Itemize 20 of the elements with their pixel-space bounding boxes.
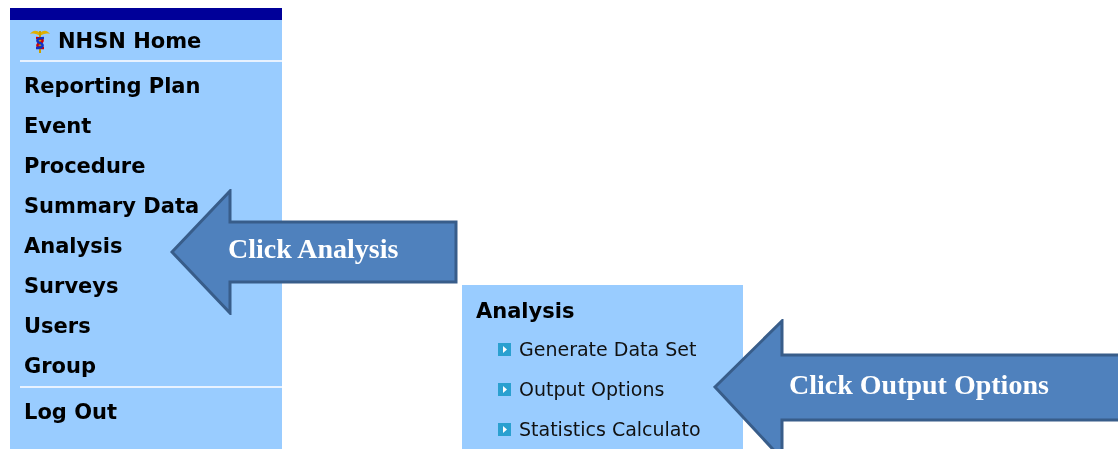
submenu-link[interactable]: Output Options (498, 369, 665, 409)
menu-item[interactable]: Group (20, 346, 96, 386)
submenu-link[interactable]: Generate Data Set (498, 329, 697, 369)
menu-item[interactable]: Analysis (20, 226, 123, 266)
play-icon (498, 382, 511, 396)
menu-item[interactable]: Reporting Plan (20, 66, 201, 106)
menu-item[interactable]: Event (20, 106, 92, 146)
callout-label: Click Analysis (228, 233, 399, 265)
menu-item[interactable]: Summary Data (20, 186, 200, 226)
menu-item[interactable]: Surveys (20, 266, 119, 306)
submenu-title: Analysis (476, 299, 575, 323)
home-link[interactable]: NHSN Home (20, 20, 282, 62)
logout-link[interactable]: Log Out (20, 388, 282, 432)
play-icon (498, 342, 511, 356)
play-icon (498, 422, 511, 436)
submenu-link[interactable]: Statistics Calculato (498, 409, 701, 449)
caduceus-icon (30, 29, 50, 53)
callout-label: Click Output Options (789, 369, 1049, 401)
menu-item[interactable]: Procedure (20, 146, 146, 186)
menu-item[interactable]: Users (20, 306, 91, 346)
